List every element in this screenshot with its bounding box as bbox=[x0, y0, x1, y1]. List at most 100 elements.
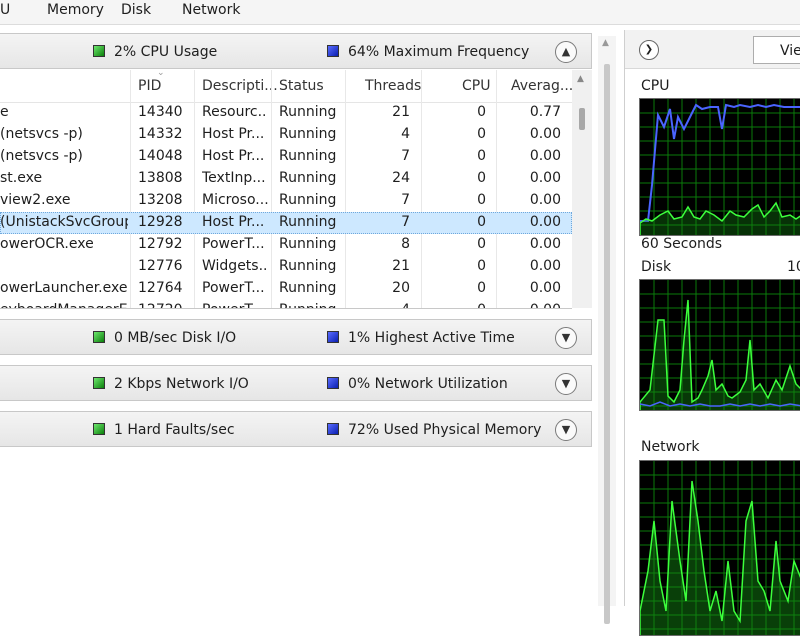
average-cell: 0.00 bbox=[529, 192, 561, 208]
description-cell: PowerT... bbox=[202, 236, 265, 252]
status-cell: Running bbox=[279, 104, 337, 120]
network-section-header[interactable]: 2 Kbps Network I/O 0% Network Utilizatio… bbox=[0, 365, 592, 401]
column-description[interactable]: Descripti... bbox=[202, 78, 278, 94]
physical-memory-swatch bbox=[327, 423, 339, 435]
active-time-swatch bbox=[327, 331, 339, 343]
scroll-up-icon[interactable]: ▲ bbox=[577, 74, 584, 84]
table-scrollbar[interactable]: ▲ bbox=[572, 70, 592, 308]
tab-memory[interactable]: Memory bbox=[47, 2, 104, 18]
pid-cell: 14340 bbox=[138, 104, 183, 120]
table-row[interactable]: (netsvcs -p) 14048 Host Pr... Running 7 0 0.00 bbox=[0, 146, 572, 168]
network-utilization-swatch bbox=[327, 377, 339, 389]
collapse-cpu-chevron-up-icon[interactable]: ▲ bbox=[555, 41, 577, 63]
overview-scrollbar[interactable]: ▲ bbox=[598, 36, 616, 624]
table-row[interactable]: (UnistackSvcGroup) 12928 Host Pr... Running… bbox=[0, 212, 572, 234]
table-row[interactable]: owerOCR.exe 12792 PowerT... Running 8 0 0.00 bbox=[0, 234, 572, 256]
table-header: ⌄ PID Descripti... Status Threads CPU Av… bbox=[0, 70, 572, 103]
disk-graph-svg bbox=[640, 280, 800, 410]
tab-disk[interactable]: Disk bbox=[121, 2, 151, 18]
description-cell: Microso... bbox=[202, 192, 268, 208]
table-row[interactable]: st.exe 13808 TextInp... Running 24 0 0.00 bbox=[0, 168, 572, 190]
description-cell: Resourc... bbox=[202, 104, 268, 120]
cpu-cell: 0 bbox=[477, 170, 486, 186]
threads-cell: 7 bbox=[401, 192, 410, 208]
pid-cell: 12764 bbox=[138, 280, 183, 296]
table-row[interactable]: view2.exe 13208 Microso... Running 7 0 0.00 bbox=[0, 190, 572, 212]
cpu-section-header[interactable]: 2% CPU Usage 64% Maximum Frequency ▲ bbox=[0, 33, 592, 69]
process-table: ⌄ PID Descripti... Status Threads CPU Av… bbox=[0, 70, 572, 309]
network-utilization-text: 0% Network Utilization bbox=[348, 376, 508, 392]
cpu-cell: 0 bbox=[477, 148, 486, 164]
average-cell: 0.00 bbox=[499, 302, 561, 308]
column-pid[interactable]: PID bbox=[138, 78, 161, 94]
chevron-right-icon[interactable]: ❯ bbox=[639, 40, 659, 60]
network-graph bbox=[639, 460, 800, 636]
disk-section-header[interactable]: 0 MB/sec Disk I/O 1% Highest Active Time… bbox=[0, 319, 592, 355]
network-io-swatch bbox=[93, 377, 105, 389]
cpu-usage-swatch bbox=[93, 45, 105, 57]
expand-network-chevron-down-icon[interactable]: ▼ bbox=[555, 373, 577, 395]
cpu-cell: 0 bbox=[477, 104, 486, 120]
threads-cell: 7 bbox=[401, 148, 410, 164]
status-cell: Running bbox=[279, 236, 337, 252]
description-cell: PowerT... bbox=[202, 280, 265, 296]
pid-cell: 13808 bbox=[138, 170, 183, 186]
threads-cell: 7 bbox=[401, 214, 410, 230]
average-cell: 0.00 bbox=[529, 170, 561, 186]
cpu-cell: 0 bbox=[424, 302, 486, 308]
time-span-label: 60 Seconds bbox=[641, 236, 723, 252]
disk-graph bbox=[639, 279, 800, 411]
network-io-text: 2 Kbps Network I/O bbox=[114, 376, 249, 392]
network-graph-label: Network bbox=[641, 439, 700, 455]
expand-disk-chevron-down-icon[interactable]: ▼ bbox=[555, 327, 577, 349]
table-scroll-thumb[interactable] bbox=[579, 108, 585, 130]
threads-cell: 21 bbox=[392, 104, 410, 120]
disk-io-text: 0 MB/sec Disk I/O bbox=[114, 330, 237, 346]
pid-cell: 12776 bbox=[138, 258, 183, 274]
table-row[interactable]: 12776 Widgets... Running 21 0 0.00 bbox=[0, 256, 572, 278]
pid-cell: 14332 bbox=[138, 126, 183, 142]
process-name-cell: owerOCR.exe bbox=[0, 236, 94, 252]
status-cell: Running bbox=[279, 302, 343, 308]
process-name-cell: e bbox=[0, 104, 9, 120]
column-cpu[interactable]: CPU bbox=[462, 78, 490, 94]
overview-scroll-up-icon[interactable]: ▲ bbox=[602, 38, 609, 48]
description-cell: Host Pr... bbox=[202, 126, 265, 142]
status-cell: Running bbox=[279, 126, 337, 142]
average-cell: 0.00 bbox=[529, 126, 561, 142]
views-button[interactable]: Vie bbox=[753, 36, 800, 64]
table-row[interactable]: e 14340 Resourc... Running 21 0 0.77 bbox=[0, 102, 572, 124]
disk-graph-label: Disk bbox=[641, 259, 672, 275]
process-name-cell: (netsvcs -p) bbox=[0, 126, 83, 142]
threads-cell: 4 bbox=[348, 302, 410, 308]
pid-cell: 12928 bbox=[138, 214, 183, 230]
active-time-text: 1% Highest Active Time bbox=[348, 330, 515, 346]
tab-cpu[interactable]: U bbox=[0, 2, 10, 18]
average-cell: 0.00 bbox=[529, 236, 561, 252]
tab-network[interactable]: Network bbox=[182, 2, 240, 18]
threads-cell: 24 bbox=[392, 170, 410, 186]
memory-section-header[interactable]: 1 Hard Faults/sec 72% Used Physical Memo… bbox=[0, 411, 592, 447]
disk-io-swatch bbox=[93, 331, 105, 343]
cpu-cell: 0 bbox=[477, 126, 486, 142]
cpu-usage-line bbox=[640, 201, 800, 235]
overview-scroll-thumb[interactable] bbox=[604, 64, 610, 624]
cpu-cell: 0 bbox=[477, 280, 486, 296]
disk-io-line bbox=[640, 299, 800, 410]
process-name-cell: owerLauncher.exe bbox=[0, 280, 128, 296]
column-threads[interactable]: Threads bbox=[365, 78, 421, 94]
status-cell: Running bbox=[279, 170, 337, 186]
max-frequency-text: 64% Maximum Frequency bbox=[348, 44, 530, 60]
cpu-graph bbox=[639, 98, 800, 236]
table-row[interactable]: owerLauncher.exe 12764 PowerT... Running 20 0… bbox=[0, 278, 572, 300]
column-average[interactable]: Averag... bbox=[511, 78, 572, 94]
physical-memory-text: 72% Used Physical Memory bbox=[348, 422, 542, 438]
expand-memory-chevron-down-icon[interactable]: ▼ bbox=[555, 419, 577, 441]
pid-cell: 14048 bbox=[138, 148, 183, 164]
table-row[interactable]: (netsvcs -p) 14332 Host Pr... Running 4 0 0.00 bbox=[0, 124, 572, 146]
column-status[interactable]: Status bbox=[279, 78, 324, 94]
description-cell: Host Pr... bbox=[202, 148, 265, 164]
description-cell: Widgets... bbox=[202, 258, 268, 274]
table-row[interactable]: eyboardManagerE 12720 PowerT... Running 4 0 0.… bbox=[0, 300, 572, 308]
threads-cell: 20 bbox=[392, 280, 410, 296]
